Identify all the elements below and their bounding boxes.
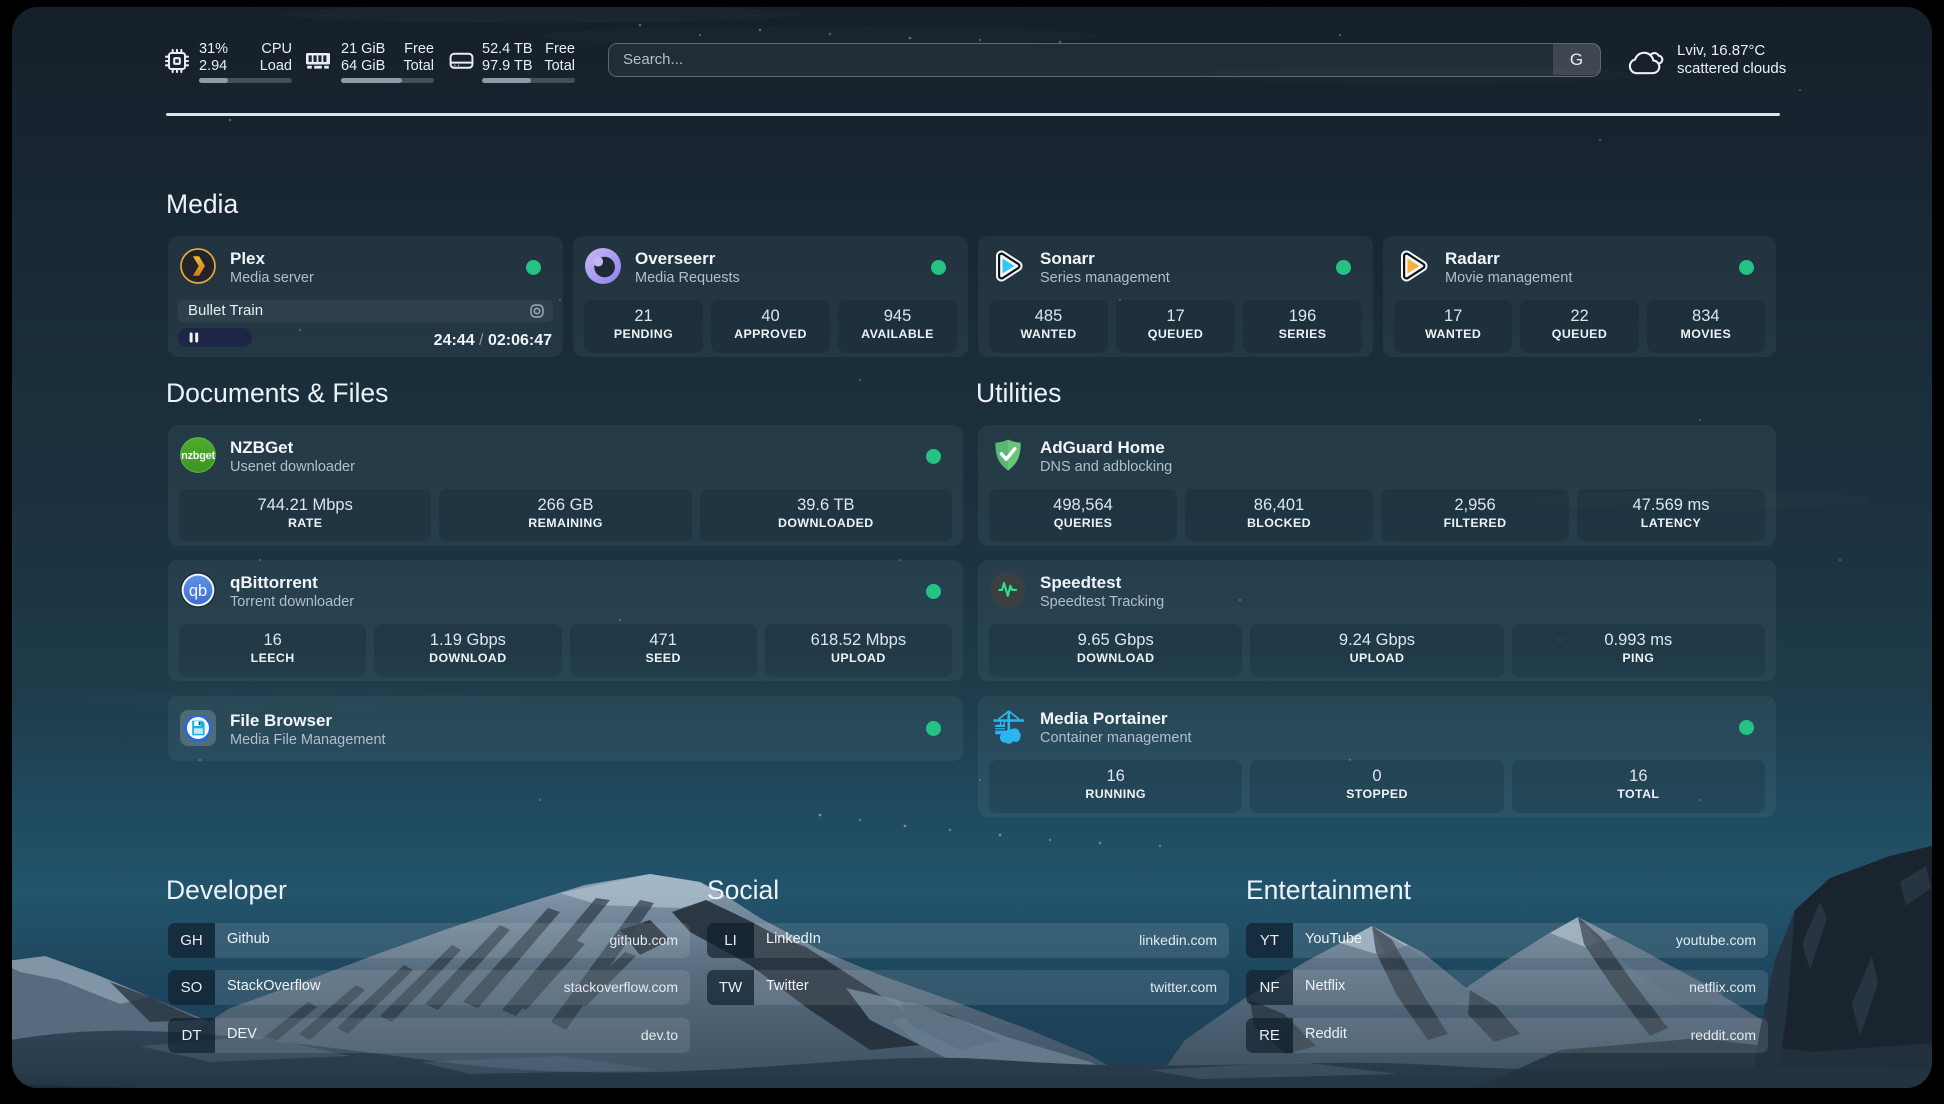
svg-text:nzbget: nzbget — [181, 450, 215, 462]
svg-text:qb: qb — [189, 582, 207, 600]
